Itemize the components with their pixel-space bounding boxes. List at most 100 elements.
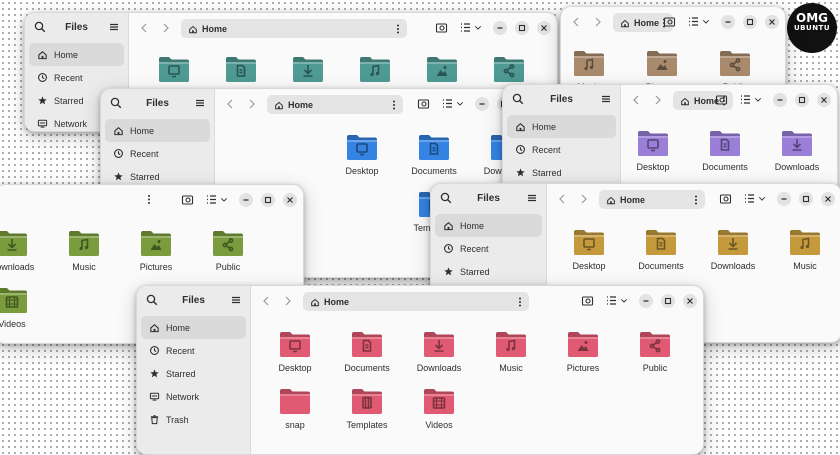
main-menu-icon[interactable] <box>527 193 537 203</box>
main-menu-icon[interactable] <box>231 295 241 305</box>
close-button[interactable] <box>821 192 835 206</box>
minimize-button[interactable] <box>239 193 253 207</box>
sidebar-item-starred[interactable]: Starred <box>141 362 246 385</box>
minimize-button[interactable] <box>721 15 735 29</box>
back-icon[interactable] <box>557 193 567 205</box>
folder-desktop[interactable]: Desktop <box>623 129 683 172</box>
minimize-button[interactable] <box>475 97 489 111</box>
view-list-icon[interactable] <box>205 193 218 206</box>
close-button[interactable] <box>683 294 697 308</box>
search-folder-icon[interactable] <box>663 15 676 28</box>
search-folder-icon[interactable] <box>719 192 732 205</box>
close-button[interactable] <box>765 15 779 29</box>
sidebar-item-recent[interactable]: Recent <box>29 66 124 89</box>
view-list-icon[interactable] <box>441 97 454 110</box>
folder-documents[interactable]: Documents <box>695 129 755 172</box>
path-bar[interactable]: Home <box>599 190 705 209</box>
forward-icon[interactable] <box>283 295 293 307</box>
close-button[interactable] <box>283 193 297 207</box>
forward-icon[interactable] <box>579 193 589 205</box>
maximize-button[interactable] <box>799 192 813 206</box>
forward-icon[interactable] <box>593 16 603 28</box>
chevron-down-icon[interactable] <box>757 192 767 205</box>
chevron-down-icon[interactable] <box>455 97 465 110</box>
folder-documents[interactable]: Documents <box>337 330 397 373</box>
maximize-button[interactable] <box>795 93 809 107</box>
search-folder-icon[interactable] <box>417 97 430 110</box>
minimize-button[interactable] <box>493 21 507 35</box>
forward-icon[interactable] <box>653 94 663 106</box>
sidebar-item-starred[interactable]: Starred <box>435 260 542 283</box>
chevron-down-icon[interactable] <box>473 21 483 34</box>
folder-videos[interactable]: Videos <box>0 286 42 329</box>
minimize-button[interactable] <box>639 294 653 308</box>
back-icon[interactable] <box>139 22 149 34</box>
path-menu-icon[interactable] <box>394 24 402 34</box>
folder-videos[interactable]: Videos <box>409 387 469 430</box>
path-menu-icon[interactable] <box>692 195 700 205</box>
folder-documents[interactable]: Documents <box>631 228 691 271</box>
main-menu-icon[interactable] <box>601 94 611 104</box>
forward-icon[interactable] <box>161 22 171 34</box>
folder-public[interactable]: Public <box>625 330 685 373</box>
back-icon[interactable] <box>261 295 271 307</box>
folder-downloads[interactable]: Downloads <box>0 229 42 272</box>
main-menu-icon[interactable] <box>109 22 119 32</box>
chevron-down-icon[interactable] <box>753 93 763 106</box>
view-list-icon[interactable] <box>605 294 618 307</box>
sidebar-item-home[interactable]: Home <box>507 115 616 138</box>
sidebar-item-home[interactable]: Home <box>105 119 210 142</box>
view-list-icon[interactable] <box>743 192 756 205</box>
sidebar-item-home[interactable]: Home <box>29 43 124 66</box>
chevron-down-icon[interactable] <box>219 193 229 206</box>
path-menu-icon[interactable] <box>516 297 524 307</box>
view-list-icon[interactable] <box>459 21 472 34</box>
maximize-button[interactable] <box>743 15 757 29</box>
sidebar-item-home[interactable]: Home <box>435 214 542 237</box>
folder-desktop[interactable]: Desktop <box>332 133 392 176</box>
minimize-button[interactable] <box>773 93 787 107</box>
back-icon[interactable] <box>571 16 581 28</box>
sidebar-item-recent[interactable]: Recent <box>435 237 542 260</box>
folder-desktop[interactable]: Desktop <box>559 228 619 271</box>
folder-desktop[interactable]: Desktop <box>265 330 325 373</box>
search-folder-icon[interactable] <box>181 193 194 206</box>
path-bar[interactable]: Home <box>303 292 529 311</box>
path-bar[interactable]: Home <box>267 95 403 114</box>
sidebar-item-recent[interactable]: Recent <box>105 142 210 165</box>
forward-icon[interactable] <box>247 98 257 110</box>
folder-templates[interactable]: Templates <box>337 387 397 430</box>
sidebar-item-trash[interactable]: Trash <box>141 408 246 431</box>
path-menu-icon[interactable] <box>390 100 398 110</box>
folder-pictures[interactable]: Pictures <box>126 229 186 272</box>
search-folder-icon[interactable] <box>715 93 728 106</box>
sidebar-item-home[interactable]: Home <box>141 316 246 339</box>
view-list-icon[interactable] <box>687 15 700 28</box>
sidebar-item-recent[interactable]: Recent <box>507 138 616 161</box>
chevron-down-icon[interactable] <box>619 294 629 307</box>
folder-pictures[interactable]: Pictures <box>553 330 613 373</box>
folder-music[interactable]: Music <box>775 228 835 271</box>
folder-downloads[interactable]: Downloads <box>703 228 763 271</box>
main-menu-icon[interactable] <box>195 98 205 108</box>
folder-music[interactable]: Music <box>481 330 541 373</box>
back-icon[interactable] <box>631 94 641 106</box>
sidebar-item-recent[interactable]: Recent <box>141 339 246 362</box>
close-button[interactable] <box>817 93 831 107</box>
search-folder-icon[interactable] <box>435 21 448 34</box>
search-folder-icon[interactable] <box>581 294 594 307</box>
folder-downloads[interactable]: Downloads <box>409 330 469 373</box>
maximize-button[interactable] <box>515 21 529 35</box>
folder-documents[interactable]: Documents <box>404 133 464 176</box>
back-icon[interactable] <box>225 98 235 110</box>
folder-snap[interactable]: snap <box>265 387 325 430</box>
path-bar[interactable]: Home <box>181 19 407 38</box>
chevron-down-icon[interactable] <box>701 15 711 28</box>
folder-public[interactable]: Public <box>198 229 258 272</box>
path-menu-icon[interactable] <box>145 193 153 206</box>
maximize-button[interactable] <box>261 193 275 207</box>
maximize-button[interactable] <box>661 294 675 308</box>
folder-downloads[interactable]: Downloads <box>767 129 827 172</box>
close-button[interactable] <box>537 21 551 35</box>
folder-music[interactable]: Music <box>54 229 114 272</box>
